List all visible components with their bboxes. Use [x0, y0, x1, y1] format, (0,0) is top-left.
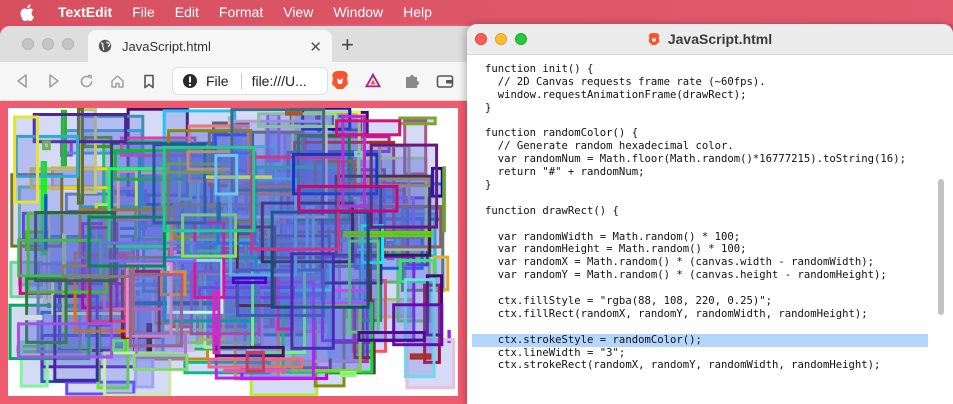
code-line[interactable]: var randomX = Math.random() * (canvas.wi…	[485, 256, 933, 269]
brave-document-icon	[648, 32, 660, 46]
puzzle-icon[interactable]	[403, 72, 421, 90]
code-line[interactable]: return "#" + randomNum;	[485, 166, 933, 179]
reload-icon[interactable]	[77, 72, 95, 90]
canvas-rect	[398, 116, 437, 126]
zoom-window-button[interactable]	[515, 33, 527, 45]
home-icon[interactable]	[108, 72, 126, 90]
code-line[interactable]: function randomColor() {	[485, 127, 933, 140]
browser-window: JavaScript.html ✕ + File file:///U...	[0, 26, 470, 404]
canvas-rect	[245, 350, 265, 373]
url-scheme-label: File	[206, 73, 229, 89]
url-separator	[240, 73, 242, 89]
tab-strip: JavaScript.html ✕ +	[0, 26, 470, 62]
brave-lion-icon[interactable]	[331, 71, 349, 89]
code-line[interactable]	[485, 321, 933, 334]
random-rectangles	[8, 108, 456, 396]
minimize-window-button[interactable]	[42, 38, 54, 50]
canvas-rect	[132, 353, 189, 371]
canvas-rect	[212, 290, 221, 355]
vertical-scrollbar[interactable]	[938, 179, 944, 315]
menu-file[interactable]: File	[132, 4, 155, 20]
canvas-rect	[87, 215, 166, 268]
minimize-window-button[interactable]	[495, 33, 507, 45]
zoom-window-button[interactable]	[62, 38, 74, 50]
site-info-icon[interactable]	[182, 73, 198, 89]
canvas-rect	[297, 184, 399, 213]
close-window-button[interactable]	[22, 38, 34, 50]
code-line[interactable]: function drawRect() {	[485, 205, 933, 218]
code-line[interactable]: var randomHeight = Math.random() * 100;	[485, 243, 933, 256]
code-line[interactable]: }	[485, 179, 933, 192]
url-text: file:///U...	[251, 73, 307, 89]
menu-window[interactable]: Window	[333, 4, 383, 20]
code-line[interactable]: // 2D Canvas requests frame rate (~60fps…	[485, 76, 933, 89]
code-line[interactable]	[485, 282, 933, 295]
code-line[interactable]	[485, 115, 933, 128]
canvas-rect	[128, 273, 184, 348]
canvas-rect	[285, 111, 303, 116]
globe-icon	[98, 39, 112, 53]
canvas-rect	[42, 140, 51, 151]
menu-bar: TextEdit File Edit Format View Window He…	[0, 0, 953, 24]
textedit-window: JavaScript.html function init() { // 2D …	[467, 24, 953, 404]
code-line[interactable]: window.requestAnimationFrame(drawRect);	[485, 89, 933, 102]
page-content	[0, 101, 470, 404]
code-line[interactable]	[485, 218, 933, 231]
canvas-rect	[290, 252, 335, 350]
code-line[interactable]: ctx.strokeRect(randomX, randomY, randomW…	[485, 359, 933, 372]
code-line[interactable]: ctx.fillStyle = "rgba(88, 108, 220, 0.25…	[485, 295, 933, 308]
code-line[interactable]: function init() {	[485, 63, 933, 76]
canvas-rect	[339, 370, 357, 378]
code-line[interactable]	[485, 192, 933, 205]
canvas-rect	[13, 115, 39, 204]
code-line[interactable]: ctx.fillRect(randomX, randomY, randomWid…	[485, 308, 933, 321]
canvas-rect	[409, 353, 432, 360]
forward-icon[interactable]	[45, 72, 63, 90]
canvas-rect	[231, 276, 268, 284]
menu-edit[interactable]: Edit	[175, 4, 199, 20]
drawing-canvas[interactable]	[8, 108, 458, 396]
canvas-rect	[17, 322, 114, 359]
menu-view[interactable]: View	[283, 4, 313, 20]
address-bar[interactable]: File file:///U...	[172, 67, 328, 95]
canvas-rect	[112, 339, 126, 352]
window-title: JavaScript.html	[667, 31, 773, 47]
new-tab-button[interactable]: +	[341, 32, 354, 58]
canvas-rect	[357, 331, 426, 342]
code-text[interactable]: function init() { // 2D Canvas requests …	[472, 63, 933, 372]
brave-rewards-icon[interactable]	[364, 71, 382, 89]
code-line[interactable]: }	[485, 102, 933, 115]
canvas-rect	[22, 314, 43, 321]
close-tab-icon[interactable]: ✕	[309, 38, 322, 56]
code-line[interactable]: var randomWidth = Math.random() * 100;	[485, 231, 933, 244]
code-line[interactable]: var randomY = Math.random() * (canvas.he…	[485, 269, 933, 282]
browser-tab[interactable]: JavaScript.html ✕	[88, 30, 332, 62]
text-editor-area[interactable]: function init() { // 2D Canvas requests …	[467, 55, 953, 404]
textedit-titlebar: JavaScript.html	[467, 24, 953, 55]
canvas-rect	[335, 119, 402, 137]
wallet-icon[interactable]	[436, 72, 454, 90]
menu-format[interactable]: Format	[219, 4, 263, 20]
menu-help[interactable]: Help	[403, 4, 432, 20]
canvas-rect	[162, 145, 256, 233]
bookmark-icon[interactable]	[140, 72, 158, 90]
menu-app-name[interactable]: TextEdit	[58, 4, 112, 20]
apple-icon[interactable]	[20, 4, 40, 21]
close-window-button[interactable]	[475, 33, 487, 45]
browser-toolbar: File file:///U...	[0, 62, 470, 101]
code-line[interactable]: ctx.lineWidth = "3";	[485, 347, 933, 360]
tab-title: JavaScript.html	[122, 38, 211, 54]
canvas-rect	[442, 166, 446, 233]
code-line[interactable]: // Generate random hexadecimal color.	[485, 140, 933, 153]
back-icon[interactable]	[13, 72, 31, 90]
code-line[interactable]: var randomNum = Math.floor(Math.random()…	[485, 153, 933, 166]
code-line[interactable]: ctx.strokeStyle = randomColor();	[472, 333, 928, 347]
